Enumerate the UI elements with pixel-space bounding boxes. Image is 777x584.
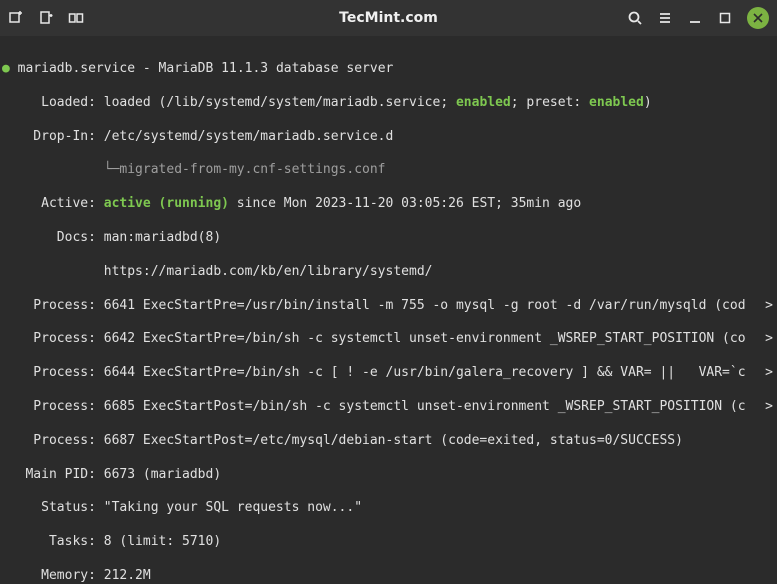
unit-path: /lib/systemd/system/mariadb.service bbox=[166, 95, 440, 110]
status-text-line: Status: "Taking your SQL requests now...… bbox=[2, 500, 775, 517]
process-line: Process: 6687 ExecStartPost=/etc/mysql/d… bbox=[2, 433, 775, 450]
status-header: ● mariadb.service - MariaDB 11.1.3 datab… bbox=[2, 61, 775, 78]
mainpid-line: Main PID: 6673 (mariadbd) bbox=[2, 467, 775, 484]
preset-state: enabled bbox=[589, 95, 644, 110]
active-state: active (running) bbox=[104, 196, 229, 211]
search-icon[interactable] bbox=[627, 10, 643, 26]
menu-icon[interactable] bbox=[657, 10, 673, 26]
docs-line-1: Docs: man:mariadbd(8) bbox=[2, 230, 775, 247]
unit-name: mariadb.service bbox=[18, 61, 135, 76]
loaded-line: Loaded: loaded (/lib/systemd/system/mari… bbox=[2, 95, 775, 112]
docs-line-2: https://mariadb.com/kb/en/library/system… bbox=[2, 264, 775, 281]
terminal-output[interactable]: ● mariadb.service - MariaDB 11.1.3 datab… bbox=[0, 36, 777, 584]
active-line: Active: active (running) since Mon 2023-… bbox=[2, 196, 775, 213]
dropin-line: Drop-In: /etc/systemd/system/mariadb.ser… bbox=[2, 129, 775, 146]
minimize-icon[interactable] bbox=[687, 10, 703, 26]
status-dot-icon: ● bbox=[2, 61, 10, 76]
window-titlebar: TecMint.com bbox=[0, 0, 777, 36]
close-button[interactable] bbox=[747, 7, 769, 29]
process-line: Process: 6644 ExecStartPre=/bin/sh -c [ … bbox=[2, 365, 773, 382]
memory-line: Memory: 212.2M bbox=[2, 568, 775, 584]
new-tab-icon[interactable] bbox=[8, 10, 24, 26]
window-title: TecMint.com bbox=[339, 10, 438, 26]
process-line: Process: 6641 ExecStartPre=/usr/bin/inst… bbox=[2, 298, 773, 315]
split-icon[interactable] bbox=[68, 10, 84, 26]
dropin-child: └─migrated-from-my.cnf-settings.conf bbox=[2, 162, 775, 179]
new-window-icon[interactable] bbox=[38, 10, 54, 26]
unit-description: MariaDB 11.1.3 database server bbox=[159, 61, 394, 76]
titlebar-right bbox=[438, 7, 769, 29]
titlebar-left bbox=[8, 10, 339, 26]
process-line: Process: 6685 ExecStartPost=/bin/sh -c s… bbox=[2, 399, 773, 416]
tasks-line: Tasks: 8 (limit: 5710) bbox=[2, 534, 775, 551]
enabled-state: enabled bbox=[456, 95, 511, 110]
process-line: Process: 6642 ExecStartPre=/bin/sh -c sy… bbox=[2, 331, 773, 348]
maximize-icon[interactable] bbox=[717, 10, 733, 26]
